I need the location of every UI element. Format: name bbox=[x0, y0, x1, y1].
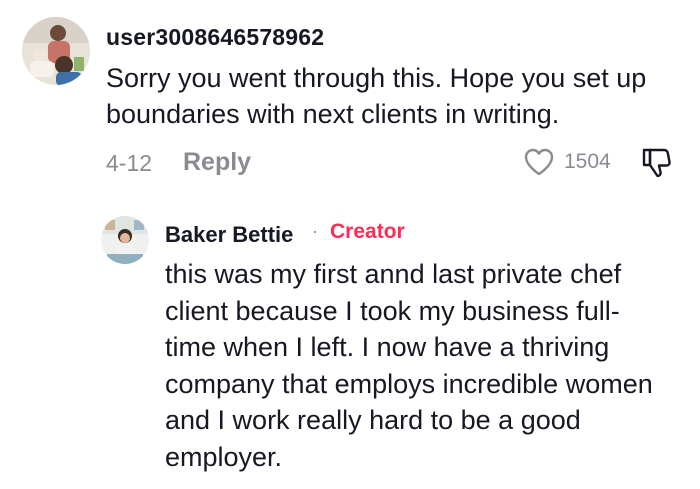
heart-outline-icon bbox=[524, 148, 554, 176]
commenter-avatar[interactable] bbox=[22, 17, 90, 85]
reply-button[interactable]: Reply bbox=[183, 148, 251, 177]
creator-name[interactable]: Baker Bettie bbox=[165, 222, 293, 248]
creator-avatar[interactable] bbox=[101, 216, 149, 264]
separator-dot: · bbox=[312, 221, 318, 241]
thumbs-down-icon bbox=[642, 148, 671, 178]
comment-date: 4-12 bbox=[106, 150, 153, 176]
comment-username[interactable]: user3008646578962 bbox=[106, 24, 324, 51]
user-avatar-photo-icon bbox=[22, 17, 90, 85]
creator-badge: Creator bbox=[330, 220, 405, 243]
like-button[interactable]: 1504 bbox=[524, 144, 624, 180]
reply-text: this was my first annd last private chef… bbox=[165, 259, 653, 472]
like-count: 1504 bbox=[564, 150, 611, 173]
creator-avatar-photo-icon bbox=[101, 216, 149, 264]
dislike-button[interactable] bbox=[638, 144, 674, 180]
comment-text: Sorry you went through this. Hope you se… bbox=[106, 63, 647, 129]
